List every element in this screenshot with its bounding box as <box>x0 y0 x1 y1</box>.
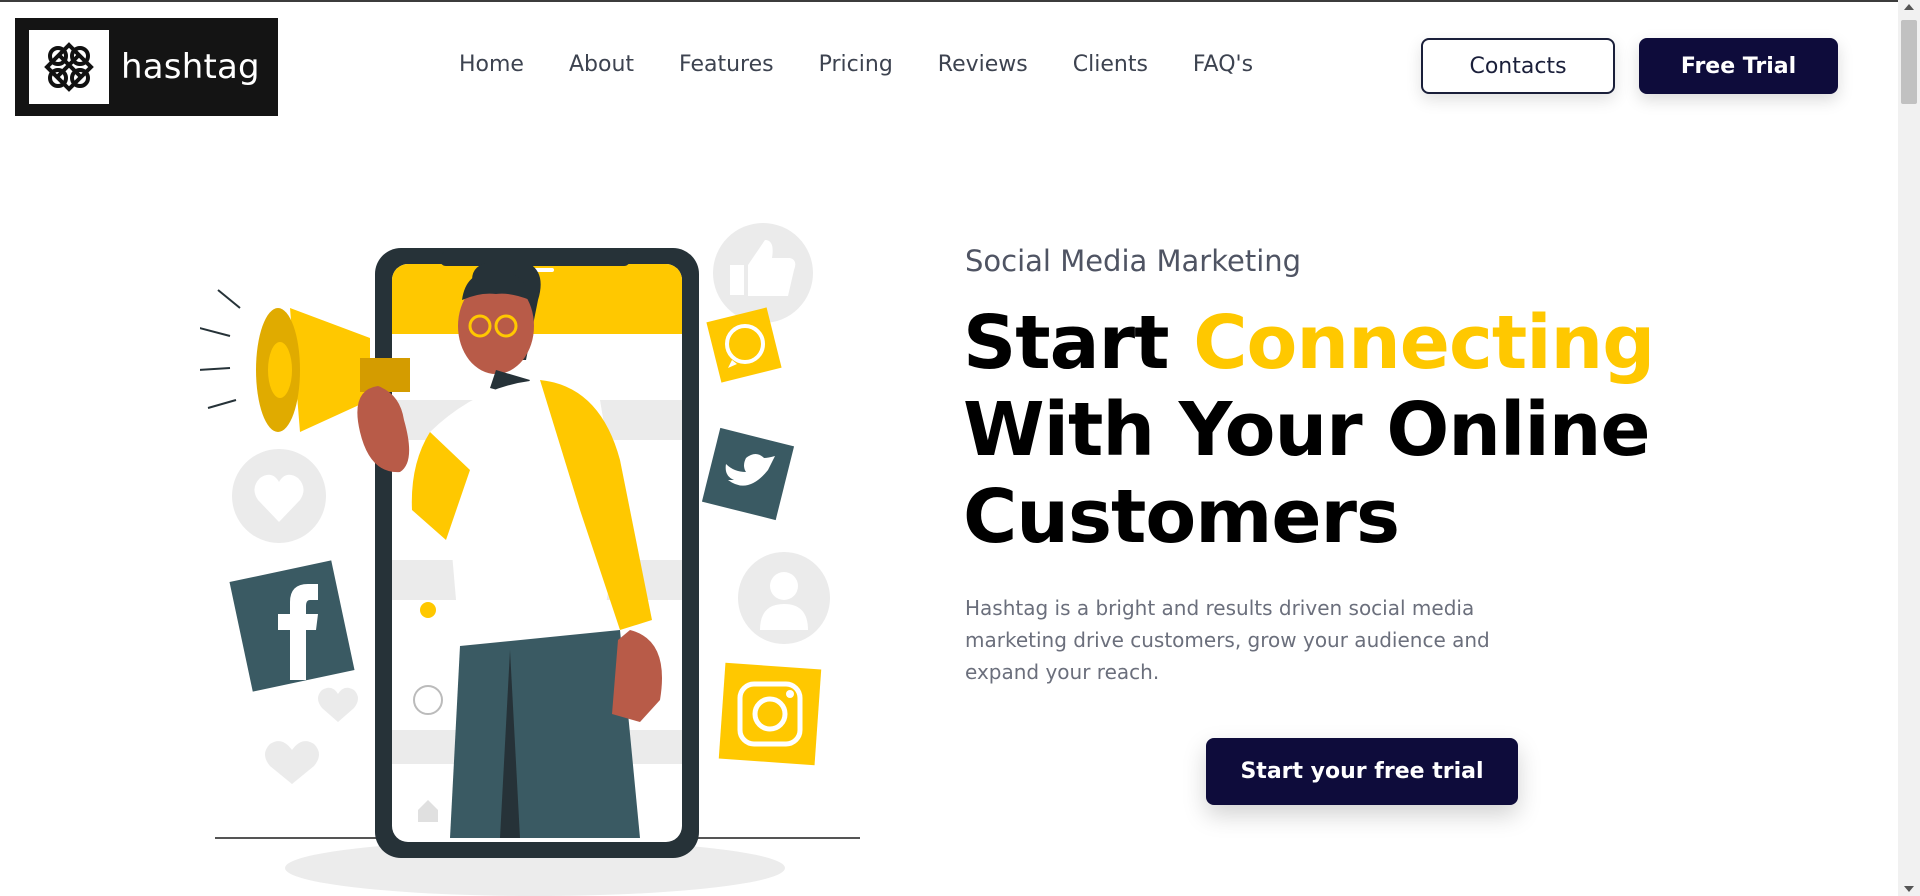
nav-home[interactable]: Home <box>459 52 524 77</box>
hashtag-logo-icon <box>29 30 109 104</box>
main-nav: Home About Features Pricing Reviews Clie… <box>459 52 1298 77</box>
scroll-up-arrow-icon[interactable] <box>1904 4 1914 10</box>
nav-features[interactable]: Features <box>679 52 774 77</box>
browser-top-border <box>0 0 1920 2</box>
brand-logo[interactable]: hashtag <box>15 18 278 116</box>
facebook-icon <box>229 560 355 692</box>
thumbs-up-icon <box>713 223 813 323</box>
small-hearts <box>265 687 358 784</box>
hero-description: Hashtag is a bright and results driven s… <box>965 596 1490 684</box>
hero-title-accent: Connecting <box>1193 300 1655 386</box>
hero-title-line2: With Your Online <box>963 387 1651 473</box>
hero-title-line3: Customers <box>963 474 1400 560</box>
nav-pricing[interactable]: Pricing <box>819 52 893 77</box>
page-scrollbar[interactable] <box>1898 0 1920 896</box>
free-trial-button[interactable]: Free Trial <box>1639 38 1838 94</box>
hero-title: Start Connecting With Your Online Custom… <box>963 300 1723 561</box>
brand-name: hashtag <box>121 47 260 87</box>
heart-icon <box>232 449 326 543</box>
nav-reviews[interactable]: Reviews <box>938 52 1028 77</box>
instagram-icon <box>718 662 822 766</box>
hero-title-start: Start <box>963 300 1194 386</box>
contacts-button[interactable]: Contacts <box>1421 38 1615 94</box>
twitter-icon <box>701 427 795 521</box>
nav-about[interactable]: About <box>569 52 634 77</box>
nav-clients[interactable]: Clients <box>1073 52 1148 77</box>
hero-subtitle: Social Media Marketing <box>965 244 1302 278</box>
scrollbar-thumb[interactable] <box>1901 20 1917 104</box>
scroll-down-arrow-icon[interactable] <box>1904 886 1914 892</box>
hero-illustration <box>191 210 880 896</box>
user-icon <box>738 552 830 644</box>
start-free-trial-button[interactable]: Start your free trial <box>1206 738 1518 805</box>
nav-faqs[interactable]: FAQ's <box>1193 52 1253 77</box>
